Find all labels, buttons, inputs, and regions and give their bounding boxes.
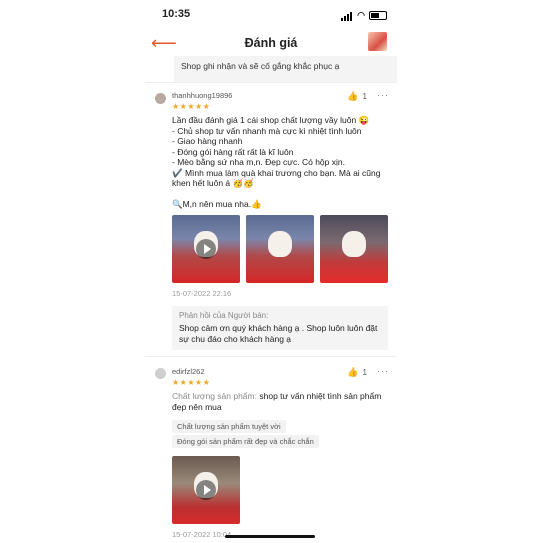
review-tag: Chất lượng sản phẩm tuyệt vời — [172, 420, 286, 433]
status-icons: ◠ — [341, 9, 387, 21]
play-icon[interactable] — [196, 480, 216, 500]
thumbs-up-icon: 👍 — [347, 91, 359, 101]
product-thumbnail[interactable] — [368, 32, 387, 51]
signal-icon — [341, 9, 353, 21]
review-line: - Mèo bằng sứ nha m,n. Đẹp cực. Có hộp x… — [172, 157, 345, 167]
battery-icon — [369, 10, 387, 20]
status-time: 10:35 — [162, 8, 191, 20]
quality-review: Chất lượng sản phẩm: shop tư vấn nhiệt t… — [172, 391, 392, 412]
review-date: 15-07-2022 22:16 — [172, 289, 232, 298]
quality-label: Chất lượng sản phẩm: — [172, 391, 257, 401]
like-button[interactable]: 👍 1 — [347, 367, 367, 378]
review-line: - Đóng gói hàng rất rất là kĩ luôn — [172, 146, 294, 157]
review-date: 15-07-2022 10:04 — [172, 530, 232, 539]
review-tag: Đóng gói sản phẩm rất đẹp và chắc chắn — [172, 435, 319, 448]
rating-stars: ★★★★★ — [172, 378, 211, 387]
review-line: - Chủ shop tư vấn nhanh mà cực kì nhiệt … — [172, 125, 362, 136]
reviewer-name[interactable]: thanhhuong19896 — [172, 91, 232, 100]
avatar[interactable] — [155, 93, 166, 104]
rating-stars: ★★★★★ — [172, 102, 211, 111]
seller-reply-box: Phản hồi của Người bán: Shop cảm ơn quý … — [172, 306, 388, 350]
review-line: - Giao hàng nhanh — [172, 136, 243, 146]
status-bar: 10:35 ◠ — [145, 7, 397, 23]
review-image[interactable] — [320, 215, 388, 283]
review-line: Lần đầu đánh giá 1 cái shop chất lượng v… — [172, 115, 370, 125]
divider — [145, 82, 397, 83]
more-dots-icon[interactable]: ··· — [377, 90, 389, 100]
like-count: 1 — [362, 92, 367, 101]
previous-reply-text: Shop ghi nhận và sẽ cố gắng khắc phục ạ — [181, 61, 340, 71]
avatar[interactable] — [155, 368, 166, 379]
review-video[interactable] — [172, 456, 240, 524]
review-video[interactable] — [172, 215, 240, 283]
thumbs-up-icon: 👍 — [347, 367, 359, 377]
review-text: Lần đầu đánh giá 1 cái shop chất lượng v… — [172, 115, 392, 209]
like-button[interactable]: 👍 1 — [347, 91, 367, 102]
divider — [145, 356, 397, 357]
page-title: Đánh giá — [244, 36, 298, 50]
seller-reply-label: Phản hồi của Người bán: — [179, 311, 269, 320]
phone-screen: 10:35 ◠ ⟵ Đánh giá Shop ghi nhận và sẽ c… — [145, 0, 397, 543]
review-image[interactable] — [246, 215, 314, 283]
seller-reply-text: Shop cảm ơn quý khách hàng ạ . Shop luôn… — [179, 323, 378, 344]
reviewer-name[interactable]: edirfzl262 — [172, 367, 205, 376]
like-count: 1 — [362, 368, 367, 377]
page: 10:35 ◠ ⟵ Đánh giá Shop ghi nhận và sẽ c… — [0, 0, 543, 543]
home-indicator — [225, 535, 315, 538]
more-dots-icon[interactable]: ··· — [377, 366, 389, 376]
previous-seller-reply: Shop ghi nhận và sẽ cố gắng khắc phục ạ — [174, 56, 397, 82]
review-line: ✔️ Mình mua làm quà khai trương cho bạn.… — [172, 167, 381, 189]
wifi-icon: ◠ — [357, 9, 365, 20]
review-line — [172, 189, 392, 199]
play-icon[interactable] — [196, 239, 216, 259]
review-line: 🔍M,n nên mua nha.👍 — [172, 198, 262, 209]
